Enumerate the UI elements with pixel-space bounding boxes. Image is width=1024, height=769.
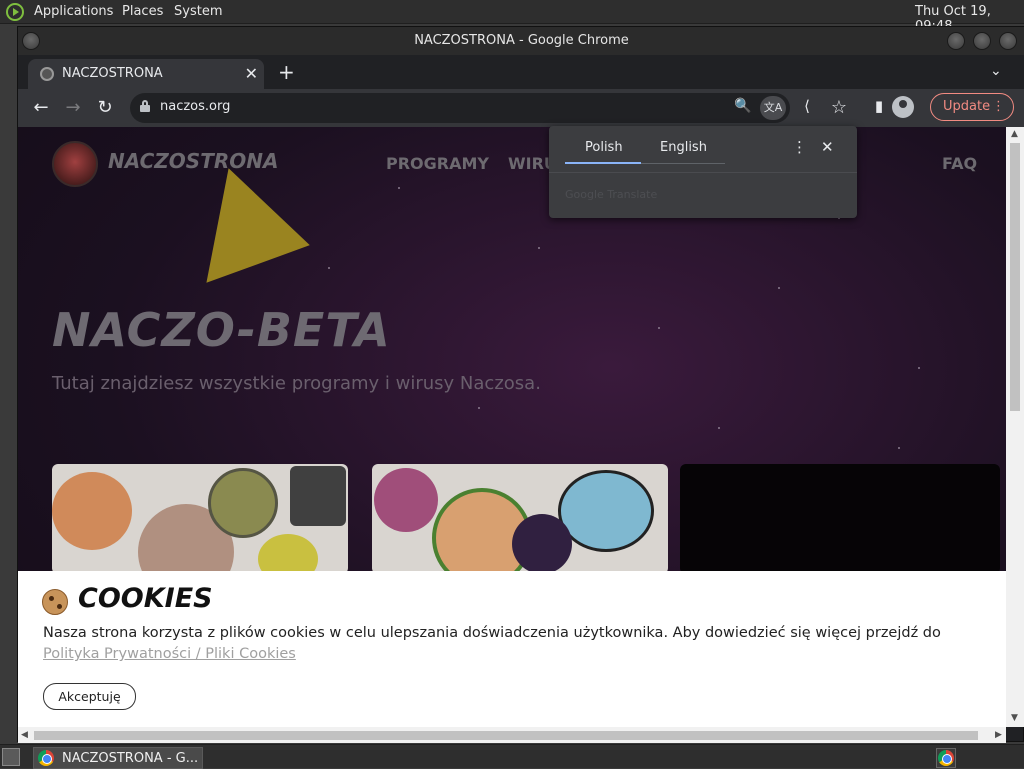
selected-language-indicator (565, 162, 641, 164)
url-text[interactable]: naczos.org (160, 99, 230, 114)
accept-cookies-button[interactable]: Akceptuję (43, 683, 136, 710)
tab-strip: NACZOSTRONA ✕ (18, 55, 1024, 89)
nav-programy[interactable]: PROGRAMY (386, 154, 489, 173)
tab-naczostrona[interactable]: NACZOSTRONA ✕ (28, 59, 264, 89)
maximize-button[interactable] (973, 32, 991, 50)
top-panel: Applications Places System Thu Oct 19, 0… (0, 0, 1024, 34)
page-viewport: NACZOSTRONA PROGRAMY WIRU FAQ NACZO-BETA… (18, 127, 1006, 727)
lock-icon[interactable] (140, 100, 150, 112)
tab-search-chevron-icon[interactable]: ⌄ (990, 63, 1002, 79)
distro-logo-icon[interactable] (6, 3, 24, 21)
tab-title: NACZOSTRONA (62, 66, 163, 81)
taskbar-item-label: NACZOSTRONA - G... (62, 751, 199, 766)
side-panel-icon[interactable]: ▮ (868, 97, 890, 115)
menu-system[interactable]: System (174, 4, 222, 19)
translate-close-icon[interactable]: ✕ (821, 138, 834, 156)
chrome-icon (38, 750, 54, 766)
translate-icon[interactable]: 文A (760, 96, 786, 120)
tray-chrome-button[interactable] (936, 748, 956, 768)
tab-english[interactable]: English (660, 140, 707, 155)
translate-popup: Polish English ⋮ ✕ Google Translate (549, 126, 857, 218)
tab-polish[interactable]: Polish (585, 140, 623, 155)
menu-places[interactable]: Places (122, 4, 163, 19)
program-card[interactable] (372, 464, 668, 574)
tray-chrome-icon (938, 750, 954, 766)
scroll-up-arrow-icon[interactable]: ▲ (1011, 129, 1018, 139)
program-card[interactable] (680, 464, 1000, 574)
update-label: Update (943, 99, 991, 114)
menu-applications[interactable]: Applications (34, 4, 113, 19)
scroll-left-arrow-icon[interactable]: ◀ (21, 730, 28, 740)
scroll-right-arrow-icon[interactable]: ▶ (995, 730, 1002, 740)
minimize-button[interactable] (947, 32, 965, 50)
window-menu-button[interactable] (22, 32, 40, 50)
program-card[interactable] (52, 464, 348, 574)
chrome-menu-icon[interactable]: ⋮ (992, 94, 1005, 120)
window-title: NACZOSTRONA - Google Chrome (414, 33, 629, 48)
reload-icon[interactable]: ↻ (94, 97, 116, 118)
address-bar[interactable]: naczos.org 🔍 文A (130, 93, 790, 123)
favicon-icon (40, 67, 54, 81)
cookie-banner: COOKIES Nasza strona korzysta z plików c… (18, 571, 1006, 727)
translate-options-icon[interactable]: ⋮ (792, 138, 807, 156)
show-desktop-icon[interactable] (2, 748, 20, 766)
search-icon[interactable]: 🔍 (734, 98, 751, 114)
card-image (52, 472, 132, 550)
browser-toolbar: ← → ↻ naczos.org 🔍 文A ⟨ ☆ ▮ Update ⋮ (18, 89, 1024, 127)
vertical-scroll-thumb[interactable] (1010, 143, 1020, 411)
bookmark-star-icon[interactable]: ☆ (828, 97, 850, 118)
tab-close-icon[interactable]: ✕ (245, 64, 258, 83)
profile-avatar-icon[interactable] (892, 96, 914, 118)
nav-faq[interactable]: FAQ (942, 154, 977, 173)
scroll-down-arrow-icon[interactable]: ▼ (1011, 713, 1018, 723)
hero-subtitle: Tutaj znajdziesz wszystkie programy i wi… (52, 373, 541, 394)
cookie-icon (42, 589, 68, 615)
card-image (374, 468, 438, 532)
cookie-text-body: Nasza strona korzysta z plików cookies w… (43, 625, 941, 641)
site-logo-avatar[interactable] (52, 141, 98, 187)
cookie-title: COOKIES (78, 583, 213, 614)
cookie-text: Nasza strona korzysta z plików cookies w… (43, 623, 983, 665)
back-icon[interactable]: ← (30, 97, 52, 118)
share-icon[interactable]: ⟨ (796, 97, 818, 115)
google-translate-label: Google Translate (565, 188, 658, 201)
new-tab-button[interactable]: + (278, 60, 295, 84)
horizontal-scroll-thumb[interactable] (34, 731, 978, 740)
browser-window: NACZOSTRONA - Google Chrome NACZOSTRONA … (17, 26, 1024, 743)
close-window-button[interactable] (999, 32, 1017, 50)
window-titlebar[interactable]: NACZOSTRONA - Google Chrome (18, 27, 1024, 55)
privacy-policy-link[interactable]: Polityka Prywatności / Pliki Cookies (43, 646, 296, 662)
update-button[interactable]: Update ⋮ (930, 93, 1014, 121)
bottom-panel: NACZOSTRONA - G... (0, 744, 1024, 769)
forward-icon[interactable]: → (62, 97, 84, 118)
hero-title: NACZO-BETA (52, 303, 391, 357)
taskbar-item-chrome[interactable]: NACZOSTRONA - G... (33, 747, 203, 769)
